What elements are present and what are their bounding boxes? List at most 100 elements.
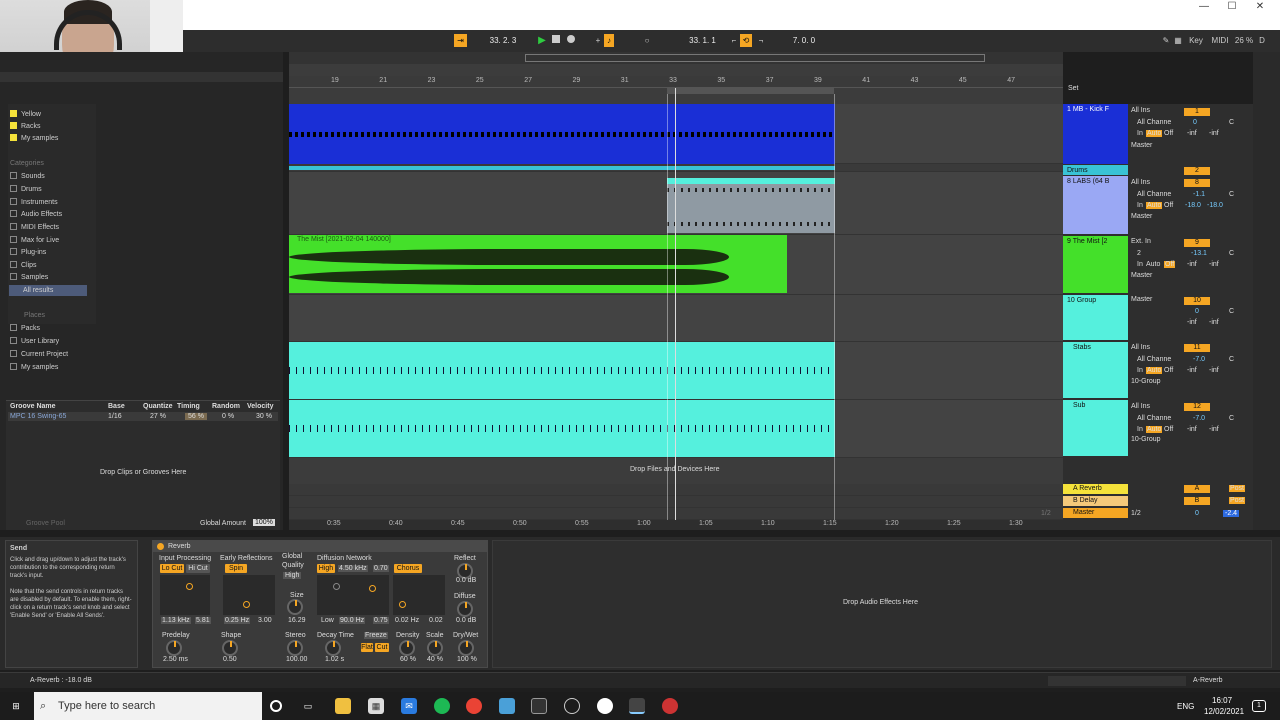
place-user-library[interactable]: User Library <box>10 336 59 347</box>
song-position[interactable]: 33. 2. 3 <box>473 34 533 47</box>
track7-activator[interactable]: 12 <box>1184 403 1210 411</box>
midi-map-button[interactable]: MIDI <box>1210 34 1230 47</box>
master-output[interactable]: 1/2 <box>1131 510 1141 517</box>
category-all-results[interactable]: All results <box>9 285 87 296</box>
file-explorer-icon[interactable] <box>335 698 351 714</box>
chorus-amount[interactable]: 0.02 <box>429 617 443 624</box>
track4-output[interactable]: Master <box>1131 272 1152 279</box>
track1-channel[interactable]: All Channe <box>1137 119 1171 126</box>
category-samples[interactable]: Samples <box>10 272 48 283</box>
clip-kick[interactable] <box>289 104 835 164</box>
track4-volume[interactable]: -13.1 <box>1191 250 1207 257</box>
lane-drums-group[interactable] <box>289 164 1063 172</box>
master-volume[interactable]: -2.4 <box>1223 510 1240 517</box>
punch-in-icon[interactable]: ⌐ <box>729 34 739 47</box>
size-knob[interactable] <box>287 599 303 615</box>
loop-start[interactable]: 33. 1. 1 <box>675 34 730 47</box>
spotify-icon[interactable] <box>434 698 450 714</box>
shape-knob[interactable] <box>222 640 238 656</box>
loop-brace[interactable] <box>667 88 834 94</box>
track4-send-b[interactable]: -inf <box>1209 261 1219 268</box>
track5-send-a[interactable]: -inf <box>1187 319 1197 326</box>
mail-icon[interactable]: ✉ <box>401 698 417 714</box>
return-a-post[interactable]: Post <box>1229 485 1246 492</box>
settings-app-icon[interactable] <box>564 698 580 714</box>
return-a-activator[interactable]: A <box>1184 485 1210 493</box>
track4-send-a[interactable]: -inf <box>1187 261 1197 268</box>
track4-off-button[interactable]: Off <box>1164 261 1176 268</box>
lane-group[interactable] <box>289 295 1063 342</box>
track7-output[interactable]: 10-Group <box>1131 436 1161 443</box>
track3-volume[interactable]: -1.1 <box>1193 191 1205 198</box>
ableton-live-icon[interactable] <box>531 698 547 714</box>
shape-value[interactable]: 0.50 <box>223 656 237 663</box>
cut-button[interactable]: Cut <box>375 643 389 652</box>
track7-channel[interactable]: All Channe <box>1137 415 1171 422</box>
track7-send-b[interactable]: -inf <box>1209 426 1219 433</box>
diffuse-value[interactable]: 0.0 dB <box>456 617 476 624</box>
track3-in-button[interactable]: In <box>1137 202 1143 209</box>
lane-labs[interactable] <box>289 172 1063 235</box>
lane-sub[interactable] <box>289 400 1063 458</box>
track1-output[interactable]: Master <box>1131 142 1152 149</box>
record-app-icon[interactable] <box>662 698 678 714</box>
task-view-icon[interactable]: ▭ <box>300 698 316 714</box>
global-amount-value[interactable]: 100% <box>253 519 275 526</box>
return-track-b[interactable]: B Delay <box>1063 496 1128 506</box>
browser-search-bar[interactable] <box>0 72 283 82</box>
category-max-for-live[interactable]: Max for Live <box>10 235 59 246</box>
lane-return-b[interactable] <box>289 496 1063 508</box>
windows-start-icon[interactable]: ⊞ <box>8 698 24 714</box>
track1-send-b[interactable]: -inf <box>1209 130 1219 137</box>
input-filter-display[interactable] <box>160 575 210 615</box>
track7-input[interactable]: All Ins <box>1131 403 1150 410</box>
category-drums[interactable]: Drums <box>10 184 42 195</box>
track3-pan[interactable]: C <box>1229 191 1234 198</box>
chorus-button[interactable]: Chorus <box>394 564 422 573</box>
clock-time[interactable]: 16:07 <box>1212 696 1232 705</box>
track-header-labs[interactable]: 8 LABS (64 B <box>1063 176 1128 234</box>
decay-value[interactable]: 1.02 s <box>325 656 344 663</box>
cortana-icon[interactable] <box>270 700 282 712</box>
filter-freq[interactable]: 1.13 kHz <box>161 617 191 624</box>
right-scroll-strip[interactable] <box>1253 52 1280 530</box>
track3-activator[interactable]: 8 <box>1184 179 1210 187</box>
track7-auto-button[interactable]: Auto <box>1146 426 1163 433</box>
diffusion-display[interactable] <box>317 575 389 615</box>
track3-input[interactable]: All Ins <box>1131 179 1150 186</box>
track4-input[interactable]: Ext. In <box>1131 238 1151 245</box>
collection-racks[interactable]: Racks <box>10 121 40 132</box>
capture-icon[interactable]: ○ <box>642 34 652 47</box>
clip-drums-group[interactable] <box>289 166 835 170</box>
app-icon[interactable] <box>499 698 515 714</box>
audio-effects-drop-zone[interactable]: Drop Audio Effects Here <box>492 540 1272 668</box>
early-reflections-display[interactable] <box>223 575 275 615</box>
size-value[interactable]: 16.29 <box>288 617 306 624</box>
time-ruler[interactable]: 0:35 0:40 0:45 0:50 0:55 1:00 1:05 1:10 1:15 1:20… <box>289 520 1063 530</box>
track1-activator[interactable]: 1 <box>1184 108 1210 116</box>
stop-button[interactable] <box>551 34 561 47</box>
track3-channel[interactable]: All Channe <box>1137 191 1171 198</box>
track6-input[interactable]: All Ins <box>1131 344 1150 351</box>
scale-value[interactable]: 40 % <box>427 656 443 663</box>
track3-send-a[interactable]: -18.0 <box>1185 202 1201 209</box>
diffuse-knob[interactable] <box>457 601 473 617</box>
place-current-project[interactable]: Current Project <box>10 349 68 360</box>
overdub-icon[interactable]: + <box>593 34 603 47</box>
track7-in-button[interactable]: In <box>1137 426 1143 433</box>
taskbar-search[interactable]: ⌕ Type here to search <box>34 692 262 720</box>
notification-icon[interactable]: 1 <box>1252 700 1266 712</box>
place-packs[interactable]: Packs <box>10 323 40 334</box>
track1-auto-button[interactable]: Auto <box>1146 130 1163 137</box>
track6-send-a[interactable]: -inf <box>1187 367 1197 374</box>
hi-cut-button[interactable]: Hi Cut <box>186 564 210 573</box>
loop-length[interactable]: 7. 0. 0 <box>781 34 827 47</box>
track6-pan[interactable]: C <box>1229 356 1234 363</box>
play-button[interactable]: ▶ <box>537 34 547 47</box>
return-b-post[interactable]: Post <box>1229 497 1246 504</box>
track6-auto-button[interactable]: Auto <box>1146 367 1163 374</box>
return-track-a[interactable]: A Reverb <box>1063 484 1128 494</box>
track7-off-button[interactable]: Off <box>1164 426 1173 433</box>
low-freq[interactable]: 90.0 Hz <box>339 617 366 624</box>
reflect-value[interactable]: 0.0 dB <box>456 577 476 584</box>
